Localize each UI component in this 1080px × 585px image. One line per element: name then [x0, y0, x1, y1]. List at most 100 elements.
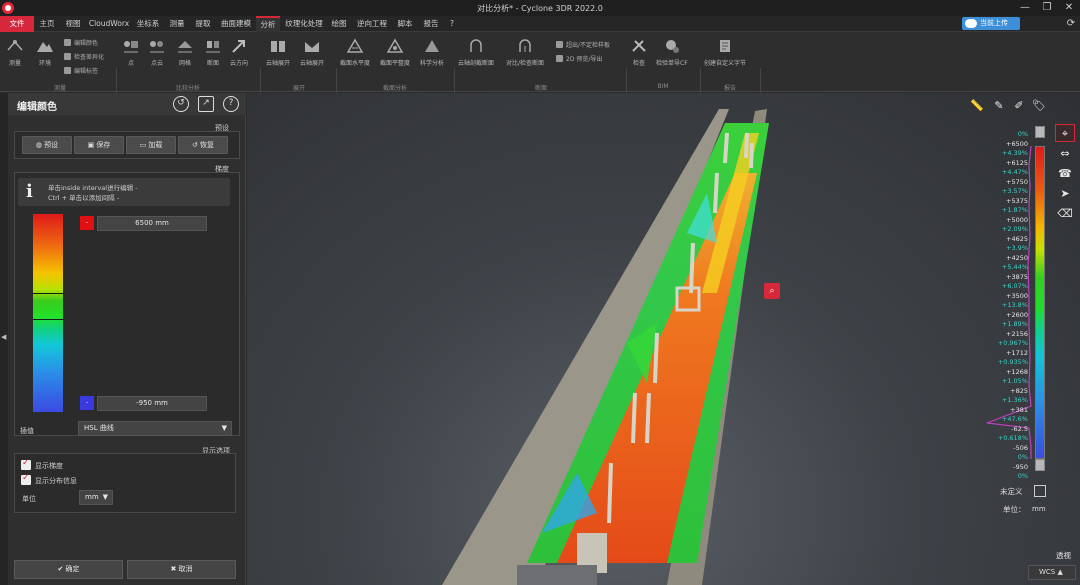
min-value-field[interactable]: -950 mm	[97, 396, 207, 411]
collapse-arrow-icon: ◀	[1, 333, 7, 341]
annotate-icon[interactable]: ✎	[990, 97, 1008, 115]
menu-file[interactable]: 文件	[0, 16, 34, 32]
maximize-button[interactable]: ❐	[1038, 1, 1056, 15]
reset-icon[interactable]: ↺	[173, 96, 189, 112]
tag-icon[interactable]: 🏷	[1030, 97, 1048, 115]
perspective-label[interactable]: 透视	[1056, 550, 1071, 561]
ribbon-inspect[interactable]: 检查	[630, 38, 648, 67]
show-distribution-checkbox[interactable]	[21, 473, 31, 485]
interp-label: 插值	[20, 427, 34, 435]
unit-select[interactable]: mm ▼	[79, 490, 113, 505]
edit-label-small-button[interactable]: 编辑标签	[64, 66, 98, 75]
ok-button[interactable]: ✔ 确定	[14, 560, 123, 579]
export-icon	[556, 55, 563, 62]
scale-label: +3500	[1006, 291, 1028, 300]
ribbon-unfold-axis-2[interactable]: 云轴展开	[300, 38, 324, 67]
menu-analysis[interactable]: 分析	[256, 16, 280, 32]
ribbon-cloud-direction[interactable]: 云方向	[230, 38, 248, 67]
close-button[interactable]: ✕	[1060, 1, 1078, 15]
ribbon-measure[interactable]: 测量	[6, 38, 24, 67]
gradient-bar[interactable]	[33, 214, 63, 412]
menu-cloudworx[interactable]: CloudWorx	[88, 16, 130, 32]
group-report-label: 报告	[723, 85, 736, 92]
ribbon-section-flatness[interactable]: 截面平整度	[380, 38, 410, 67]
ribbon-compare-section[interactable]: 对比/检查断面	[506, 38, 544, 67]
inspection-marker-icon[interactable]: ⌕	[764, 283, 780, 299]
unfold-fold-icon	[305, 42, 319, 52]
menu-surface-modeling[interactable]: 曲面建模	[218, 16, 254, 32]
arrow-direction-icon	[232, 40, 245, 53]
refresh-icon[interactable]: ⟳	[1062, 17, 1080, 31]
scale-label: +2600	[1006, 310, 1028, 319]
save-button[interactable]: ▣ 保存	[74, 136, 124, 154]
preset-button[interactable]: ◍ 预设	[22, 136, 72, 154]
scale-label: +2.09%	[1001, 225, 1028, 233]
show-gradient-checkbox[interactable]	[21, 458, 31, 470]
gradient-interval-line[interactable]	[33, 293, 63, 294]
menu-report[interactable]: 报告	[420, 16, 442, 32]
edit-color-small-button[interactable]: 编辑颜色	[64, 38, 98, 47]
max-value-field[interactable]: 6500 mm	[97, 216, 207, 231]
scale-label: -506	[1013, 443, 1028, 452]
eraser-icon[interactable]: ⌫	[1055, 205, 1075, 223]
navigate-icon[interactable]: ➤	[1055, 185, 1075, 203]
menu-extract[interactable]: 提取	[192, 16, 214, 32]
annotate-v-icon[interactable]: ✐	[1010, 97, 1028, 115]
menu-script[interactable]: 脚本	[394, 16, 416, 32]
restore-button[interactable]: ↺ 恢复	[178, 136, 228, 154]
ribbon-unfold-axis-1[interactable]: 云轴展开	[266, 38, 290, 67]
mountain-icon	[37, 42, 53, 52]
menu-home[interactable]: 主页	[36, 16, 58, 32]
cancel-button[interactable]: ✖ 取消	[127, 560, 236, 579]
scale-label: +3.57%	[1001, 187, 1028, 195]
ribbon-section[interactable]: 断面	[204, 38, 222, 67]
ribbon-inspect-cf[interactable]: 检验单导CF	[656, 38, 688, 67]
target-icon[interactable]: ⌖	[1055, 124, 1075, 142]
ribbon-mesh[interactable]: 网格	[176, 38, 194, 67]
tag-icon	[64, 67, 71, 74]
menu-texture[interactable]: 纹理化处理	[284, 16, 324, 32]
scale-unit-value: mm	[1032, 505, 1046, 513]
gradient-interval-line[interactable]	[33, 319, 63, 320]
check-diff-icon	[64, 53, 71, 60]
camera-icon[interactable]: ☎	[1055, 165, 1075, 183]
undefined-color-box[interactable]	[1034, 485, 1046, 497]
menu-drawing[interactable]: 绘图	[328, 16, 350, 32]
ribbon-point-cloud[interactable]: 点云	[148, 38, 166, 67]
export-2d-small-button[interactable]: 2D 预览/导出	[556, 54, 602, 63]
ruler-icon[interactable]: 📏	[968, 97, 986, 115]
color-scale-bar	[1035, 146, 1045, 459]
template-small-button[interactable]: 超出/不定检样板	[556, 40, 610, 49]
mesh-compare-icon	[178, 41, 192, 53]
ribbon-cloud-axis-section[interactable]: 云轴剖截断面	[458, 38, 494, 67]
3d-viewport[interactable]	[247, 93, 1080, 585]
ribbon-point[interactable]: 点	[122, 38, 140, 67]
cloud-upload-button[interactable]: 当前上传	[962, 17, 1020, 30]
check-diff-small-button[interactable]: 检查差异化	[64, 52, 104, 61]
interp-select[interactable]: HSL 曲线 ▼	[78, 421, 232, 436]
panel-collapse-strip[interactable]: ◀	[0, 93, 8, 585]
minimize-button[interactable]: —	[1016, 1, 1034, 15]
ribbon-environment[interactable]: 环境	[36, 38, 54, 67]
menu-coordinates[interactable]: 坐标系	[134, 16, 162, 32]
ribbon-custom-report[interactable]: 创建自定义字节	[704, 38, 746, 67]
scale-label: 0%	[1017, 472, 1028, 480]
menu-measure[interactable]: 测量	[166, 16, 188, 32]
fit-icon[interactable]: ⇔	[1055, 145, 1075, 163]
template-icon	[556, 41, 563, 48]
min-color-swatch[interactable]: -	[80, 396, 94, 410]
group-section-analysis-label: 截面分析	[382, 85, 407, 92]
scale-label: +825	[1010, 386, 1028, 395]
load-button[interactable]: ▭ 加载	[126, 136, 176, 154]
cloud-icon	[965, 19, 977, 28]
help-icon[interactable]: ?	[223, 96, 239, 112]
menu-reverse-engineering[interactable]: 逆向工程	[354, 16, 390, 32]
tunnel-point-cloud	[442, 109, 769, 585]
ribbon-science-analysis[interactable]: 科学分析	[420, 38, 444, 67]
coord-system-select[interactable]: WCS ▲	[1028, 565, 1076, 580]
max-color-swatch[interactable]: -	[80, 216, 94, 230]
menu-view[interactable]: 视图	[62, 16, 84, 32]
ribbon-section-level[interactable]: 截面水平度	[340, 38, 370, 67]
export-icon[interactable]: ↗	[198, 96, 214, 112]
menu-help[interactable]: ?	[446, 16, 458, 32]
